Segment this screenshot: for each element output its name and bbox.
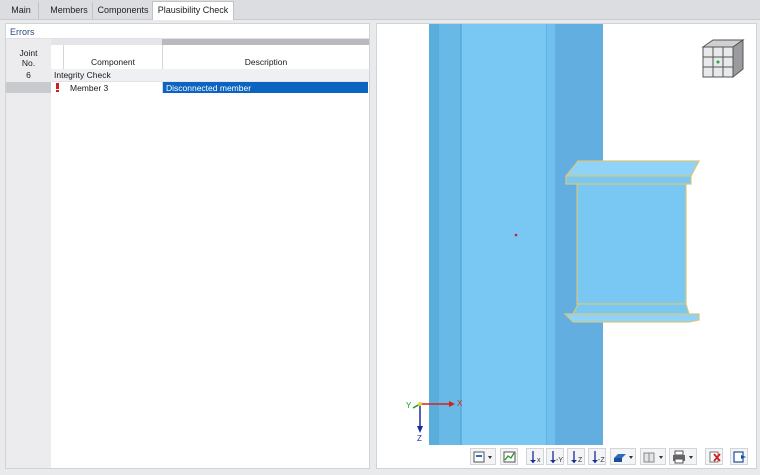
rendering-mode-button[interactable] xyxy=(610,448,636,465)
view-neg-y-button[interactable]: -Y xyxy=(546,448,564,465)
view-z-icon: Z xyxy=(571,451,583,464)
view-neg-z-button[interactable]: -Z xyxy=(588,448,606,465)
axis-label-z: Z xyxy=(417,434,422,443)
exit-view-icon xyxy=(733,451,746,463)
tab-members[interactable]: Members xyxy=(46,2,93,19)
node-point xyxy=(514,233,518,237)
svg-text:-Y: -Y xyxy=(556,457,563,464)
tab-label: Members xyxy=(50,5,88,15)
column-web xyxy=(547,24,555,445)
display-properties-icon xyxy=(473,451,492,463)
index-column xyxy=(6,39,51,468)
tab-label: Plausibility Check xyxy=(157,5,229,15)
col-sep xyxy=(162,82,163,93)
errors-table: Joint No. Component Description 6 Integr… xyxy=(6,39,369,468)
display-properties-button[interactable] xyxy=(470,448,496,465)
view-graph-icon xyxy=(503,451,516,463)
cell-description[interactable]: Disconnected member xyxy=(166,83,251,93)
svg-text:x: x xyxy=(537,457,541,464)
column-header-description[interactable]: Description xyxy=(163,57,369,67)
tab-components[interactable]: Components xyxy=(94,2,153,19)
group-label: Integrity Check xyxy=(54,70,111,80)
cell-component[interactable]: Member 3 xyxy=(70,83,108,93)
beam-member xyxy=(563,160,700,323)
axis-label-x: X xyxy=(457,399,463,408)
transparency-icon xyxy=(643,452,663,463)
view-cube-icon[interactable] xyxy=(697,37,745,85)
axis-label-y: Y xyxy=(406,401,412,410)
view-graph-button[interactable] xyxy=(500,448,518,465)
tab-bar: Main Members Components Plausibility Che… xyxy=(0,0,760,20)
view-neg-z-icon: -Z xyxy=(592,451,605,464)
model-view[interactable]: X Y Z xyxy=(376,23,757,469)
column-flange-edge xyxy=(429,24,439,445)
reset-view-button[interactable] xyxy=(705,448,723,465)
row-indicator[interactable] xyxy=(6,82,51,93)
view-x-button[interactable]: x xyxy=(526,448,544,465)
svg-text:Z: Z xyxy=(578,457,583,464)
header-stub-active xyxy=(162,39,369,45)
transparency-button[interactable] xyxy=(640,448,666,465)
print-icon xyxy=(673,450,693,464)
view-x-icon: x xyxy=(530,451,541,464)
view-z-button[interactable]: Z xyxy=(567,448,585,465)
exit-view-button[interactable] xyxy=(730,448,748,465)
tab-label: Main xyxy=(11,5,31,15)
rendering-mode-icon xyxy=(614,454,633,462)
tab-plausibility-check[interactable]: Plausibility Check xyxy=(152,1,234,20)
panel-title: Errors xyxy=(10,27,35,37)
group-joint-no: 6 xyxy=(26,70,31,80)
tab-main[interactable]: Main xyxy=(4,2,39,19)
error-marker-icon xyxy=(54,83,61,92)
view-neg-y-icon: -Y xyxy=(550,451,563,464)
svg-text:-Z: -Z xyxy=(598,457,605,464)
header-stub xyxy=(64,39,162,45)
column-header-component[interactable]: Component xyxy=(64,57,162,67)
column-flange-inner xyxy=(439,24,461,445)
print-button[interactable] xyxy=(669,448,697,465)
column-header-joint-no[interactable]: Joint No. xyxy=(6,48,51,68)
tab-label: Components xyxy=(97,5,149,15)
model-canvas[interactable] xyxy=(377,24,756,468)
reset-view-icon xyxy=(709,451,721,463)
errors-panel: Errors Joint No. Component Description 6… xyxy=(5,23,370,469)
